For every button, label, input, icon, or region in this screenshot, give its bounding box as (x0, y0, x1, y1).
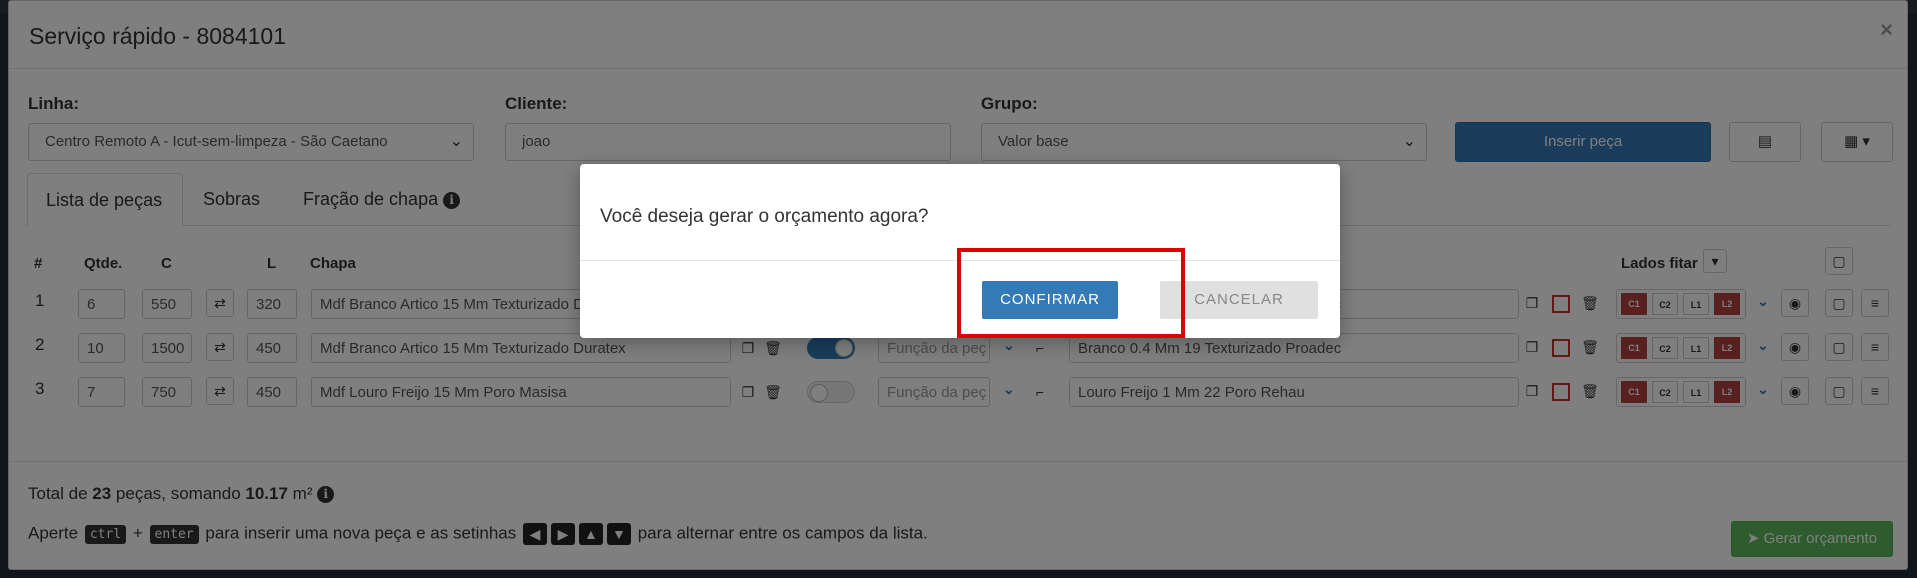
highlight-annotation (957, 248, 1185, 338)
dialog-message: Você deseja gerar o orçamento agora? (600, 206, 929, 227)
